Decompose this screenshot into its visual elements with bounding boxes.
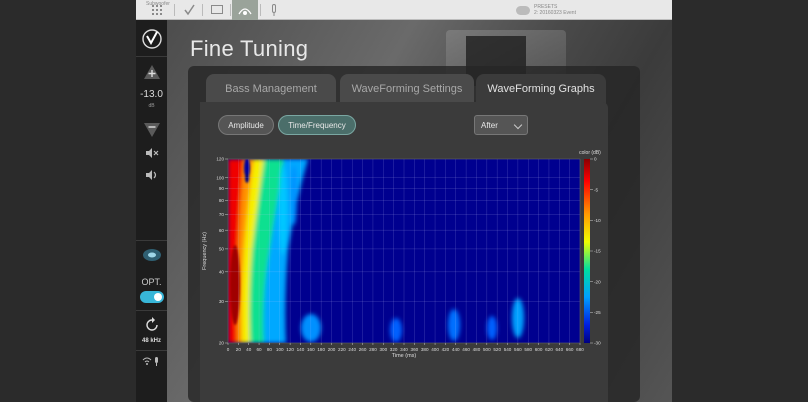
x-tick-label: 600: [535, 347, 543, 352]
x-tick-label: 220: [338, 347, 346, 352]
x-tick-label: 140: [297, 347, 305, 352]
y-tick-label: 120: [216, 157, 224, 162]
app-window: Subwoofer PRESETS 2: 20160323 Event -13.…: [136, 0, 672, 402]
heat-tail-streak: [291, 165, 297, 225]
heat-low-mode: [448, 309, 460, 341]
colorbar-tick-label: -20: [594, 279, 601, 284]
x-tick-label: 360: [411, 347, 419, 352]
x-axis-ticks: 0 20 40 60 80 100 120 140 160 180 200 220 240 260 280 3…: [227, 343, 584, 352]
y-axis-label: Frequency (Hz): [202, 232, 208, 270]
x-tick-label: 520: [493, 347, 501, 352]
heat-hotspot: [245, 173, 249, 183]
x-tick-label: 340: [400, 347, 408, 352]
x-tick-label: 620: [545, 347, 553, 352]
x-tick-label: 260: [359, 347, 367, 352]
x-tick-label: 380: [421, 347, 429, 352]
y-tick-label: 60: [219, 228, 225, 233]
y-tick-label: 100: [216, 175, 224, 180]
x-tick-label: 640: [555, 347, 563, 352]
colorbar-tick-label: 0: [594, 157, 597, 162]
x-tick-label: 240: [348, 347, 356, 352]
colorbar-tick-label: -5: [594, 187, 599, 192]
colorbar: [584, 159, 590, 343]
x-tick-label: 100: [276, 347, 284, 352]
colorbar-label: color (dB): [579, 150, 601, 156]
y-tick-label: 90: [219, 186, 225, 191]
y-tick-label: 20: [219, 341, 225, 346]
x-tick-label: 580: [524, 347, 532, 352]
x-tick-label: 40: [246, 347, 252, 352]
y-tick-label: 70: [219, 212, 225, 217]
x-axis-label: Time (ms): [392, 353, 417, 359]
heat-low-mode: [487, 316, 497, 340]
x-tick-label: 60: [256, 347, 262, 352]
x-tick-label: 660: [566, 347, 574, 352]
x-tick-label: 120: [286, 347, 294, 352]
colorbar-tick-label: -10: [594, 218, 601, 223]
x-tick-label: 420: [442, 347, 450, 352]
x-tick-label: 460: [462, 347, 470, 352]
y-tick-label: 50: [219, 247, 225, 252]
x-tick-label: 80: [267, 347, 273, 352]
y-tick-label: 40: [219, 269, 225, 274]
x-tick-label: 400: [431, 347, 439, 352]
x-tick-label: 300: [379, 347, 387, 352]
colorbar-tick-label: -25: [594, 310, 601, 315]
y-tick-label: 80: [219, 198, 225, 203]
x-tick-label: 560: [514, 347, 522, 352]
y-axis-ticks: 20 30 40 50 60 70 80 90 100 120: [216, 157, 228, 346]
x-tick-label: 160: [307, 347, 315, 352]
time-frequency-heatmap: 2030405060708090100120 0 20 40 60 80 100 120 14…: [202, 150, 601, 359]
x-tick-label: 540: [504, 347, 512, 352]
colorbar-tick-label: -15: [594, 249, 601, 254]
colorbar-tick-label: -30: [594, 341, 601, 346]
colorbar-ticks: 0 -5 -10 -15 -20 -25 -30: [590, 157, 601, 346]
x-tick-label: 500: [483, 347, 491, 352]
x-tick-label: 480: [473, 347, 481, 352]
x-tick-label: 280: [369, 347, 377, 352]
x-tick-label: 200: [328, 347, 336, 352]
heat-low-mode: [390, 318, 402, 342]
heat-tail-streak: [279, 165, 287, 255]
x-tick-label: 20: [236, 347, 242, 352]
x-tick-label: 680: [576, 347, 584, 352]
x-tick-label: 440: [452, 347, 460, 352]
y-tick-label: 30: [219, 299, 225, 304]
x-tick-label: 320: [390, 347, 398, 352]
x-tick-label: 180: [317, 347, 325, 352]
x-tick-label: 0: [227, 347, 230, 352]
